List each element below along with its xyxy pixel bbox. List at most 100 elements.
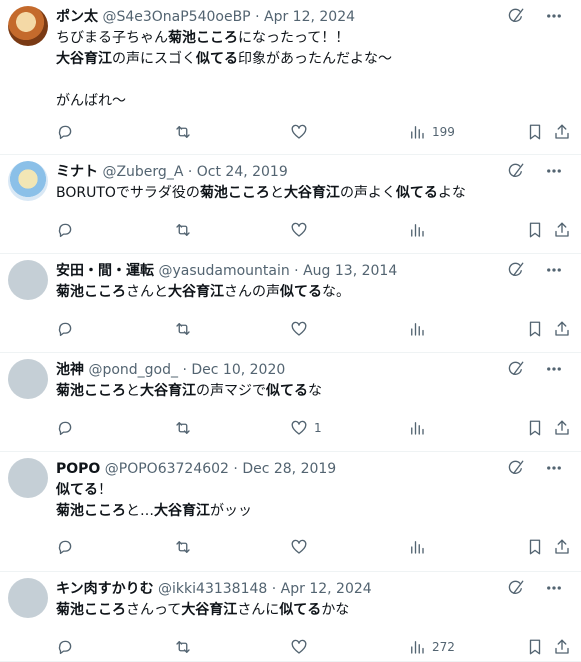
tweet[interactable]: 池神 @pond_god_ · Dec 10, 2020 菊池こころと大谷育江の声… xyxy=(0,353,581,452)
more-icon[interactable] xyxy=(545,261,563,279)
tweet[interactable]: ポン太 @S4e3OnaP540oeBP · Apr 12, 2024 ちびまる子… xyxy=(0,0,581,155)
tweet[interactable]: POPO @POPO63724602 · Dec 28, 2019 似てる！ 菊池こ… xyxy=(0,452,581,572)
tweet-date[interactable]: Oct 24, 2019 xyxy=(197,164,288,180)
bookmark-button[interactable] xyxy=(526,419,544,437)
user-handle[interactable]: @yasudamountain xyxy=(158,263,289,279)
tweet-text-line: ちびまる子ちゃん菊池こころになったって！！ xyxy=(56,28,392,49)
reply-button[interactable] xyxy=(56,123,74,141)
more-icon[interactable] xyxy=(545,360,563,378)
reply-button[interactable] xyxy=(56,320,74,338)
grok-icon[interactable] xyxy=(507,261,525,279)
share-button[interactable] xyxy=(553,538,571,556)
text-segment: な。 xyxy=(322,284,350,300)
more-icon[interactable] xyxy=(545,459,563,477)
retweet-button[interactable] xyxy=(174,419,192,437)
bookmark-button[interactable] xyxy=(526,638,544,656)
display-name[interactable]: 安田・間・運転 xyxy=(56,263,154,279)
grok-icon[interactable] xyxy=(507,579,525,597)
text-segment: さんと xyxy=(126,284,168,300)
bookmark-button[interactable] xyxy=(526,538,544,556)
display-name[interactable]: ポン太 xyxy=(56,9,98,25)
tweet-body: POPO @POPO63724602 · Dec 28, 2019 似てる！ 菊池こ… xyxy=(56,452,573,572)
views-button[interactable]: 199 xyxy=(408,123,455,141)
like-button[interactable]: 1 xyxy=(290,419,322,437)
views-count: 199 xyxy=(432,125,455,139)
more-icon[interactable] xyxy=(545,7,563,25)
bookmark-button[interactable] xyxy=(526,123,544,141)
retweet-button[interactable] xyxy=(174,320,192,338)
views-button[interactable] xyxy=(408,221,432,239)
tweet-date[interactable]: Aug 13, 2014 xyxy=(303,263,397,279)
tweet[interactable]: ミナト @Zuberg_A · Oct 24, 2019 BORUTOでサラダ役の… xyxy=(0,155,581,254)
like-button[interactable] xyxy=(290,320,314,338)
more-icon[interactable] xyxy=(545,579,563,597)
grok-icon[interactable] xyxy=(507,459,525,477)
tweet-actions: 272 xyxy=(56,638,573,658)
bookmark-button[interactable] xyxy=(526,320,544,338)
avatar[interactable] xyxy=(8,161,48,201)
text-segment: 印象があったんだよな〜 xyxy=(238,51,392,67)
retweet-icon xyxy=(174,123,192,141)
reply-icon xyxy=(56,538,74,556)
more-icon[interactable] xyxy=(545,162,563,180)
user-handle[interactable]: @POPO63724602 xyxy=(105,461,229,477)
reply-button[interactable] xyxy=(56,419,74,437)
avatar[interactable] xyxy=(8,260,48,300)
tweet-text-line: 菊池こころと…大谷育江がッッ xyxy=(56,501,252,522)
retweet-button[interactable] xyxy=(174,221,192,239)
tweet[interactable]: キン肉すかりむ @ikki43138148 · Apr 12, 2024 菊池ここ… xyxy=(0,572,581,662)
display-name[interactable]: ミナト xyxy=(56,164,98,180)
reply-button[interactable] xyxy=(56,638,74,656)
tweet-header: 安田・間・運転 @yasudamountain · Aug 13, 2014 xyxy=(56,261,397,281)
tweet-body: キン肉すかりむ @ikki43138148 · Apr 12, 2024 菊池ここ… xyxy=(56,572,573,662)
highlighted-term: 似てる xyxy=(279,602,322,618)
reply-button[interactable] xyxy=(56,221,74,239)
tweet[interactable]: 安田・間・運転 @yasudamountain · Aug 13, 2014 菊池… xyxy=(0,254,581,353)
grok-icon[interactable] xyxy=(507,162,525,180)
views-button[interactable]: 272 xyxy=(408,638,455,656)
views-button[interactable] xyxy=(408,419,432,437)
reply-button[interactable] xyxy=(56,538,74,556)
tweet-top-actions xyxy=(507,261,563,279)
display-name[interactable]: POPO xyxy=(56,461,100,477)
retweet-button[interactable] xyxy=(174,123,192,141)
avatar[interactable] xyxy=(8,6,48,46)
views-button[interactable] xyxy=(408,320,432,338)
bookmark-button[interactable] xyxy=(526,221,544,239)
share-button[interactable] xyxy=(553,638,571,656)
text-segment: ちびまる子ちゃん xyxy=(56,30,168,46)
avatar[interactable] xyxy=(8,359,48,399)
display-name[interactable]: キン肉すかりむ xyxy=(56,581,154,597)
share-button[interactable] xyxy=(553,123,571,141)
bookmark-icon xyxy=(526,221,544,239)
text-segment: の声マジで xyxy=(196,383,266,399)
tweet-date[interactable]: Apr 12, 2024 xyxy=(281,581,372,597)
tweet-date[interactable]: Dec 10, 2020 xyxy=(191,362,285,378)
share-button[interactable] xyxy=(553,221,571,239)
like-button[interactable] xyxy=(290,123,314,141)
tweet-date[interactable]: Apr 12, 2024 xyxy=(264,9,355,25)
display-name[interactable]: 池神 xyxy=(56,362,84,378)
views-button[interactable] xyxy=(408,538,432,556)
user-handle[interactable]: @ikki43138148 xyxy=(158,581,267,597)
avatar[interactable] xyxy=(8,458,48,498)
retweet-button[interactable] xyxy=(174,538,192,556)
avatar[interactable] xyxy=(8,578,48,618)
share-button[interactable] xyxy=(553,320,571,338)
user-handle[interactable]: @S4e3OnaP540oeBP xyxy=(102,9,250,25)
like-button[interactable] xyxy=(290,638,314,656)
share-icon xyxy=(553,320,571,338)
user-handle[interactable]: @Zuberg_A xyxy=(102,164,183,180)
grok-icon[interactable] xyxy=(507,360,525,378)
like-button[interactable] xyxy=(290,538,314,556)
text-segment: がッッ xyxy=(210,503,252,519)
reply-icon xyxy=(56,320,74,338)
tweet-date[interactable]: Dec 28, 2019 xyxy=(242,461,336,477)
share-button[interactable] xyxy=(553,419,571,437)
grok-icon[interactable] xyxy=(507,7,525,25)
user-handle[interactable]: @pond_god_ xyxy=(88,362,178,378)
highlighted-term: 似てる xyxy=(266,383,308,399)
like-button[interactable] xyxy=(290,221,314,239)
bookmark-icon xyxy=(526,538,544,556)
retweet-button[interactable] xyxy=(174,638,192,656)
